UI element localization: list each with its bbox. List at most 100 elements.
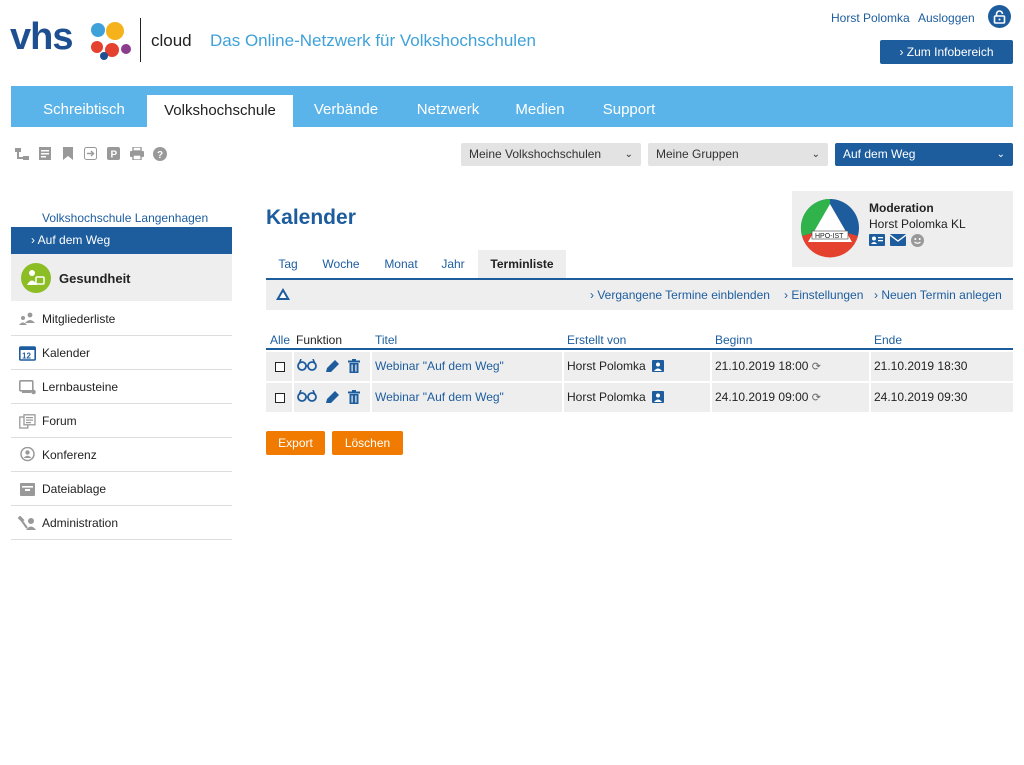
- members-icon: [18, 311, 36, 327]
- moderation-title: Moderation: [869, 201, 934, 215]
- parking-icon[interactable]: P: [106, 146, 121, 161]
- chevron-down-icon: ⌄: [624, 149, 633, 160]
- column-header-function: Funktion: [296, 333, 343, 347]
- column-header-end[interactable]: Ende: [874, 333, 902, 347]
- schools-select[interactable]: Meine Volkshochschulen ⌄: [461, 143, 641, 166]
- edit-icon[interactable]: [325, 390, 340, 407]
- row-checkbox[interactable]: [275, 362, 285, 372]
- action-bar: › Vergangene Termine einblenden › Einste…: [266, 280, 1013, 310]
- event-creator-name: Horst Polomka: [567, 390, 646, 404]
- current-group-select[interactable]: Auf dem Weg ⌄: [835, 143, 1013, 166]
- tab-terminliste[interactable]: Terminliste: [478, 250, 566, 278]
- event-creator-name: Horst Polomka: [567, 359, 646, 373]
- column-header-title[interactable]: Titel: [375, 333, 397, 347]
- sidebar-item-forum[interactable]: Forum: [11, 404, 232, 438]
- event-title-link[interactable]: Webinar "Auf dem Weg": [375, 352, 504, 381]
- column-header-created-by[interactable]: Erstellt von: [567, 333, 626, 347]
- event-start-value: 21.10.2019 18:00: [715, 359, 809, 373]
- delete-button[interactable]: Löschen: [332, 431, 403, 455]
- tagline: Das Online-Netzwerk für Volkshochschulen: [210, 31, 536, 50]
- sidebar-item-lernbausteine[interactable]: Lernbausteine: [11, 370, 232, 404]
- sidebar-item-label: Konferenz: [42, 448, 97, 462]
- mail-icon[interactable]: [889, 234, 907, 250]
- page-title: Kalender: [266, 206, 356, 229]
- event-start: 24.10.2019 09:00 ⟳: [715, 383, 821, 412]
- tab-tag[interactable]: Tag: [266, 250, 310, 278]
- current-group-select-value: Auf dem Weg: [843, 147, 916, 161]
- group-logo-icon: [276, 288, 290, 304]
- event-end: 24.10.2019 09:30: [874, 390, 968, 404]
- event-start-value: 24.10.2019 09:00: [715, 390, 809, 404]
- tab-verbaende[interactable]: Verbände: [301, 86, 391, 127]
- school-link[interactable]: Volkshochschule Langenhagen: [42, 211, 208, 225]
- help-icon[interactable]: ?: [152, 146, 167, 161]
- moderator-logo-text: HPO-IST: [815, 233, 844, 240]
- logo-dots-icon: [91, 22, 131, 60]
- show-past-events-link[interactable]: › Vergangene Termine einblenden: [590, 288, 770, 302]
- sidebar-item-mitgliederliste[interactable]: Mitgliederliste: [11, 302, 232, 336]
- sidebar-item-administration[interactable]: Administration: [11, 506, 232, 540]
- group-header: Gesundheit: [11, 254, 232, 301]
- event-end: 21.10.2019 18:30: [874, 359, 968, 373]
- tab-schreibtisch[interactable]: Schreibtisch: [27, 86, 141, 127]
- contact-card-icon[interactable]: [869, 234, 885, 250]
- select-all-link[interactable]: Alle: [270, 333, 290, 347]
- toolbar: P ?: [14, 146, 167, 164]
- infobereich-button[interactable]: › Zum Infobereich: [880, 40, 1013, 64]
- event-title-link[interactable]: Webinar "Auf dem Weg": [375, 383, 504, 412]
- row-actions: [297, 358, 360, 376]
- vhs-logo[interactable]: vhs: [10, 16, 132, 64]
- sidebar-item-label: Forum: [42, 414, 77, 428]
- smiley-icon[interactable]: [911, 234, 924, 250]
- schools-select-value: Meine Volkshochschulen: [469, 147, 602, 161]
- event-creator: Horst Polomka: [567, 352, 665, 381]
- moderator-avatar[interactable]: HPO-IST: [800, 198, 860, 258]
- groups-select[interactable]: Meine Gruppen ⌄: [648, 143, 828, 166]
- new-event-link[interactable]: › Neuen Termin anlegen: [874, 288, 1002, 302]
- export-button[interactable]: Export: [266, 431, 325, 455]
- note-icon[interactable]: [37, 146, 52, 161]
- view-icon[interactable]: [297, 389, 317, 407]
- admin-icon: [18, 515, 36, 531]
- settings-link[interactable]: › Einstellungen: [784, 288, 863, 302]
- svg-text:?: ?: [157, 150, 163, 161]
- event-start: 21.10.2019 18:00 ⟳: [715, 352, 821, 381]
- row-checkbox[interactable]: [275, 393, 285, 403]
- print-icon[interactable]: [129, 146, 144, 161]
- sidebar-group-item[interactable]: › Auf dem Weg: [11, 227, 232, 254]
- groups-select-value: Meine Gruppen: [656, 147, 739, 161]
- column-header-start[interactable]: Beginn: [715, 333, 752, 347]
- view-icon[interactable]: [297, 358, 317, 376]
- sidebar-item-label: Administration: [42, 516, 119, 530]
- logout-link[interactable]: Ausloggen: [918, 11, 975, 25]
- bookmark-icon[interactable]: [60, 146, 75, 161]
- lock-icon[interactable]: [988, 5, 1011, 28]
- tab-medien[interactable]: Medien: [505, 86, 575, 127]
- profile-icon[interactable]: [652, 360, 665, 372]
- svg-text:P: P: [111, 150, 118, 161]
- share-icon[interactable]: [83, 146, 98, 161]
- recurring-icon: ⟳: [811, 361, 821, 373]
- chevron-down-icon: ⌄: [811, 149, 820, 160]
- main-nav: Schreibtisch Volkshochschule Verbände Ne…: [11, 86, 1013, 127]
- sitemap-icon[interactable]: [14, 146, 29, 161]
- user-name-link[interactable]: Horst Polomka: [831, 11, 910, 25]
- sidebar-item-kalender[interactable]: 12 Kalender: [11, 336, 232, 370]
- folder-icon: [18, 481, 36, 497]
- profile-icon[interactable]: [652, 391, 665, 403]
- learning-icon: [18, 379, 36, 395]
- tab-volkshochschule[interactable]: Volkshochschule: [147, 95, 293, 127]
- group-avatar: [21, 263, 51, 293]
- trash-icon[interactable]: [348, 359, 360, 376]
- svg-text:12: 12: [22, 352, 31, 361]
- tab-support[interactable]: Support: [591, 86, 667, 127]
- tab-netzwerk[interactable]: Netzwerk: [403, 86, 493, 127]
- tab-monat[interactable]: Monat: [374, 250, 428, 278]
- moderation-box: HPO-IST Moderation Horst Polomka KL: [792, 191, 1013, 267]
- sidebar-item-konferenz[interactable]: Konferenz: [11, 438, 232, 472]
- tab-jahr[interactable]: Jahr: [432, 250, 474, 278]
- tab-woche[interactable]: Woche: [314, 250, 368, 278]
- trash-icon[interactable]: [348, 390, 360, 407]
- sidebar-item-dateiablage[interactable]: Dateiablage: [11, 472, 232, 506]
- edit-icon[interactable]: [325, 359, 340, 376]
